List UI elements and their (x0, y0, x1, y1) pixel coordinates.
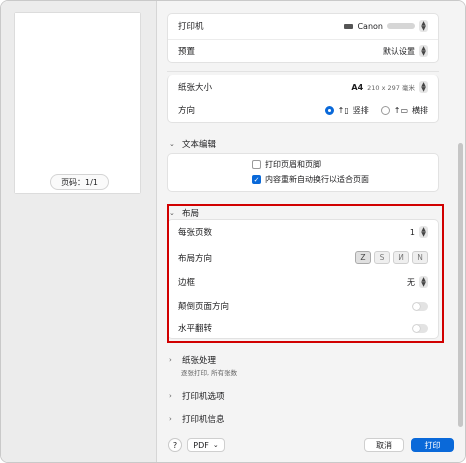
rewrap-checkbox[interactable]: ✓ (252, 175, 261, 184)
paper-size-detail: 210 x 297 毫米 (367, 84, 415, 92)
chevron-updown-icon: ▲ ▼ (419, 81, 428, 93)
landscape-icon: ↑▭ (393, 105, 408, 115)
paper-size-select[interactable]: A4 210 x 297 毫米 ▲ ▼ (351, 81, 428, 93)
pdf-menu-button[interactable]: PDF ⌄ (187, 438, 225, 452)
landscape-radio[interactable] (380, 105, 390, 115)
header-footer-label: 打印页眉和页脚 (265, 160, 321, 169)
scrollbar[interactable] (458, 143, 463, 427)
paper-handling-title: 纸张处理 (182, 356, 217, 366)
orientation-label: 方向 (178, 106, 196, 116)
header-footer-checkbox[interactable] (252, 160, 261, 169)
paper-size-row[interactable]: 纸张大小 A4 210 x 297 毫米 ▲ ▼ (178, 81, 428, 93)
divider (168, 39, 438, 40)
paper-size-value: A4 (351, 82, 364, 92)
paper-size-label: 纸张大小 (178, 83, 213, 93)
rewrap-label: 内容重新自动换行以适合页面 (265, 175, 369, 184)
preset-row[interactable]: 预置 默认设置 ▲ ▼ (178, 45, 428, 57)
printer-name-redacted (387, 23, 415, 29)
orientation-row: 方向 ↑▯ 竖排 ↑▭ 横排 (178, 104, 428, 116)
portrait-radio[interactable] (324, 105, 334, 115)
page-preview (15, 13, 140, 193)
paper-handling-header[interactable]: › 纸张处理 (169, 354, 216, 366)
print-dialog: 页码：1/1 打印机 Canon ▲ ▼ 预置 默认设置 ▲ ▼ 纸张大小 A4… (0, 0, 466, 463)
chevron-right-icon: › (169, 356, 172, 364)
paper-handling-subtitle: 逐张打印, 所有张数 (181, 369, 238, 377)
page-indicator[interactable]: 页码：1/1 (50, 174, 109, 190)
text-editing-box: 打印页眉和页脚 ✓ 内容重新自动换行以适合页面 (167, 153, 439, 192)
cancel-button[interactable]: 取消 (364, 438, 404, 452)
printer-preset-box: 打印机 Canon ▲ ▼ 预置 默认设置 ▲ ▼ (167, 13, 439, 63)
preset-value: 默认设置 (383, 46, 415, 56)
text-editing-header[interactable]: ⌄ 文本编辑 (169, 138, 216, 150)
print-button[interactable]: 打印 (411, 438, 454, 452)
printer-info-title: 打印机信息 (182, 415, 225, 425)
orientation-options: ↑▯ 竖排 ↑▭ 横排 (324, 105, 428, 116)
layout-highlight-frame (167, 204, 444, 343)
chevron-updown-icon: ▲ ▼ (419, 20, 428, 32)
landscape-label: 横排 (412, 105, 428, 115)
paper-box: 纸张大小 A4 210 x 297 毫米 ▲ ▼ 方向 ↑▯ 竖排 ↑▭ 横排 (167, 75, 439, 123)
chevron-right-icon: › (169, 415, 172, 423)
printer-select[interactable]: Canon ▲ ▼ (344, 20, 428, 32)
printer-icon (344, 23, 354, 29)
preview-pane: 页码：1/1 (1, 1, 157, 462)
chevron-down-icon: ⌄ (169, 140, 175, 148)
printer-row[interactable]: 打印机 Canon ▲ ▼ (178, 20, 428, 32)
rewrap-option[interactable]: ✓ 内容重新自动换行以适合页面 (252, 174, 369, 185)
portrait-label: 竖排 (352, 105, 369, 115)
chevron-updown-icon: ▲ ▼ (419, 45, 428, 57)
printer-info-header[interactable]: › 打印机信息 (169, 413, 225, 425)
text-editing-title: 文本编辑 (182, 140, 217, 150)
pdf-label: PDF (193, 440, 209, 450)
chevron-right-icon: › (169, 392, 172, 400)
header-footer-option[interactable]: 打印页眉和页脚 (252, 159, 321, 170)
page-indicator-label: 页码：1/1 (61, 177, 98, 187)
preset-label: 预置 (178, 47, 196, 57)
divider (167, 71, 439, 72)
chevron-down-icon: ⌄ (212, 441, 219, 449)
printer-options-header[interactable]: › 打印机选项 (169, 390, 225, 402)
preset-select[interactable]: 默认设置 ▲ ▼ (383, 45, 428, 57)
help-button[interactable]: ? (168, 438, 182, 452)
printer-label: 打印机 (178, 22, 204, 32)
printer-value: Canon (357, 21, 383, 31)
printer-options-title: 打印机选项 (182, 392, 225, 402)
portrait-icon: ↑▯ (337, 105, 349, 115)
